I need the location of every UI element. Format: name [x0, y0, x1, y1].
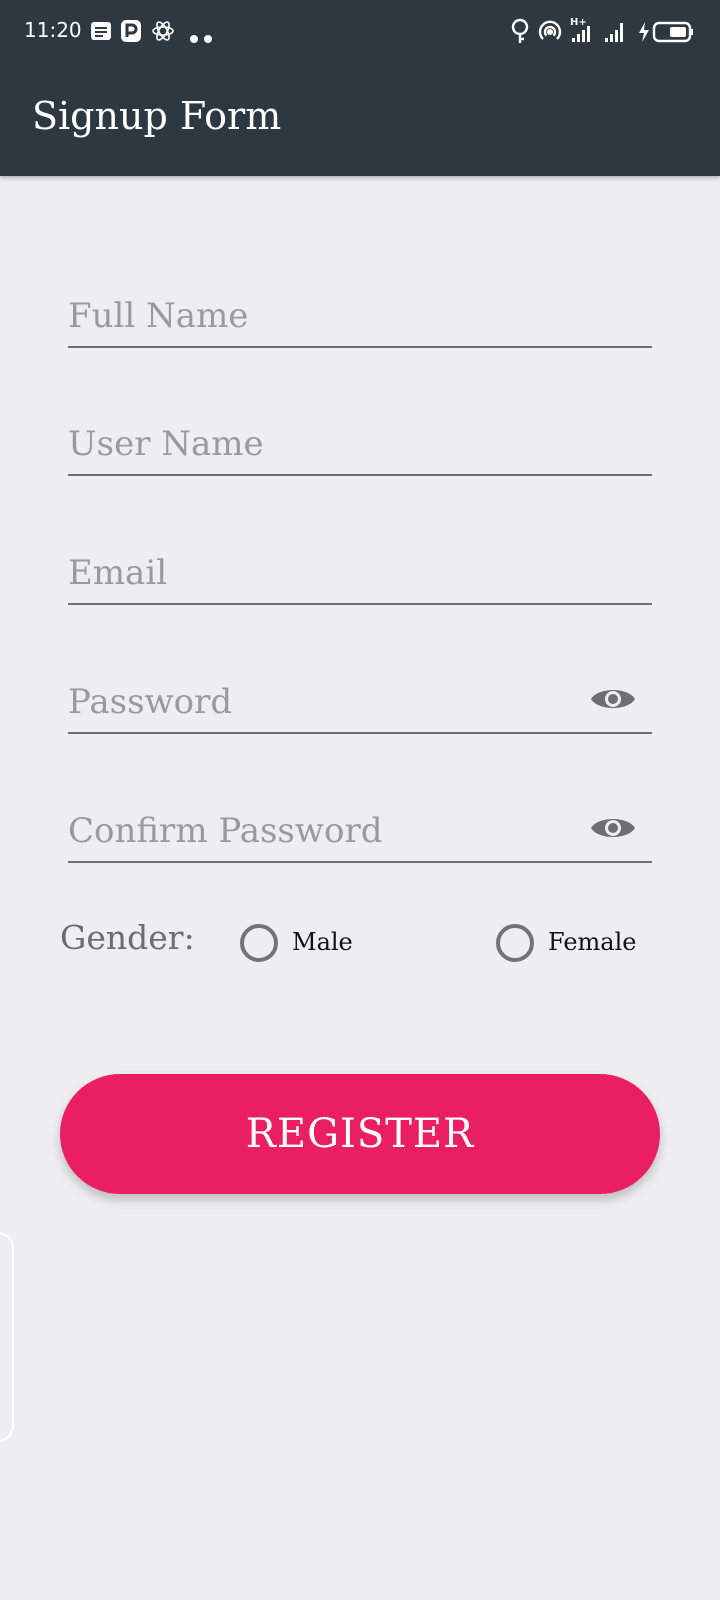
hotspot-icon: [538, 20, 562, 48]
confirm-password-field[interactable]: Confirm Password: [68, 793, 652, 863]
female-radio[interactable]: [496, 924, 534, 962]
register-button-label: REGISTER: [245, 1111, 475, 1157]
password-visibility-toggle[interactable]: [590, 684, 636, 718]
signal-icon: [604, 20, 626, 48]
full-name-field[interactable]: Full Name: [68, 278, 652, 348]
user-name-field[interactable]: User Name: [68, 406, 652, 476]
eye-icon: [591, 690, 635, 708]
user-name-placeholder: User Name: [68, 424, 264, 464]
status-time: 11:20: [24, 18, 82, 42]
atom-icon: [152, 20, 174, 46]
confirm-password-placeholder: Confirm Password: [68, 811, 383, 851]
signal-hplus-label: H+: [570, 17, 587, 28]
signal-hplus-icon: H+: [570, 16, 592, 48]
male-radio-label[interactable]: Male: [292, 928, 353, 956]
notes-icon: [90, 20, 112, 46]
edge-panel-handle[interactable]: [0, 1232, 14, 1442]
password-field[interactable]: Password: [68, 664, 652, 734]
app-bar: Signup Form: [0, 64, 720, 176]
email-placeholder: Email: [68, 553, 168, 593]
eye-icon: [591, 819, 635, 837]
email-field[interactable]: Email: [68, 535, 652, 605]
full-name-placeholder: Full Name: [68, 296, 249, 336]
page-title: Signup Form: [32, 94, 282, 138]
p-app-icon: [121, 20, 141, 46]
status-bar: 11:20 H+: [0, 0, 720, 64]
confirm-password-visibility-toggle[interactable]: [590, 813, 636, 847]
password-placeholder: Password: [68, 682, 233, 722]
more-dots-icon: [190, 28, 214, 47]
male-radio[interactable]: [240, 924, 278, 962]
gender-label: Gender:: [60, 918, 195, 957]
location-icon: [510, 18, 530, 48]
register-button[interactable]: REGISTER: [60, 1074, 660, 1194]
female-radio-label[interactable]: Female: [548, 928, 637, 956]
battery-charging-icon: [638, 20, 694, 48]
